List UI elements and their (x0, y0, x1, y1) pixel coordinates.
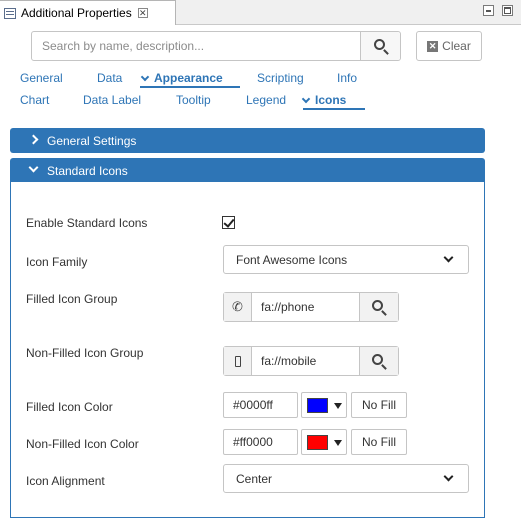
nonfilled-icon-color-label: Non-Filled Icon Color (26, 437, 139, 451)
tab-tooltip[interactable]: Tooltip (176, 93, 211, 107)
color-swatch (307, 398, 328, 413)
filled-icon-group-field: ✆ fa://phone (223, 292, 399, 322)
nonfilled-icon-color-picker[interactable] (301, 429, 347, 455)
tab-icons[interactable]: Icons (301, 93, 346, 107)
view-title: Additional Properties (21, 6, 132, 20)
properties-view-icon (4, 7, 16, 19)
tab-general[interactable]: General (20, 71, 63, 85)
icon-alignment-select[interactable]: Center (223, 464, 469, 493)
chevron-down-icon (443, 471, 454, 482)
tab-data[interactable]: Data (97, 71, 122, 85)
icon-family-select[interactable]: Font Awesome Icons (223, 245, 469, 274)
search-box (31, 31, 401, 61)
tab-info[interactable]: Info (337, 71, 357, 85)
search-icon (372, 300, 383, 311)
close-icon[interactable]: ✕ (137, 8, 148, 18)
general-settings-header[interactable]: General Settings (10, 128, 485, 153)
icon-alignment-value: Center (236, 471, 273, 486)
tab-appearance-underline (140, 86, 240, 88)
chevron-down-icon (301, 94, 311, 104)
chevron-down-icon (140, 72, 150, 82)
search-icon (373, 39, 385, 50)
view-header: Additional Properties ✕ (0, 0, 521, 25)
dropdown-arrow-icon (334, 403, 342, 409)
filled-icon-color-label: Filled Icon Color (26, 400, 113, 414)
maximize-icon[interactable] (502, 5, 513, 16)
icon-family-label: Icon Family (26, 255, 88, 269)
clear-label: Clear (442, 39, 471, 53)
search-input[interactable] (32, 32, 360, 60)
nonfilled-icon-group-input[interactable]: fa://mobile (252, 347, 360, 375)
nonfilled-icon-color-input[interactable]: #ff0000 (223, 429, 298, 455)
tab-chart[interactable]: Chart (20, 93, 49, 107)
filled-icon-group-input[interactable]: fa://phone (252, 293, 360, 321)
nonfilled-icon-group-label: Non-Filled Icon Group (26, 346, 144, 360)
mobile-icon (224, 347, 252, 375)
search-button[interactable] (360, 32, 400, 60)
color-swatch (307, 435, 328, 450)
tab-data-label[interactable]: Data Label (83, 93, 141, 107)
nonfilled-no-fill-button[interactable]: No Fill (351, 429, 407, 455)
filled-icon-group-label: Filled Icon Group (26, 292, 118, 306)
icon-family-value: Font Awesome Icons (236, 252, 348, 267)
chevron-right-icon (28, 134, 39, 145)
nonfilled-icon-search-button[interactable] (360, 347, 398, 375)
phone-icon: ✆ (224, 293, 252, 321)
tab-legend[interactable]: Legend (246, 93, 286, 107)
nonfilled-icon-group-field: fa://mobile (223, 346, 399, 376)
view-tab[interactable]: Additional Properties ✕ (0, 0, 176, 25)
general-settings-title: General Settings (47, 133, 137, 148)
tab-appearance[interactable]: Appearance (140, 71, 223, 85)
standard-icons-header[interactable]: Standard Icons (10, 158, 485, 183)
minimize-icon[interactable] (483, 5, 494, 16)
chevron-down-icon (443, 252, 454, 263)
tab-scripting[interactable]: Scripting (257, 71, 304, 85)
clear-button[interactable]: ✕ Clear (416, 31, 482, 61)
clear-icon: ✕ (427, 40, 439, 52)
filled-icon-color-picker[interactable] (301, 392, 347, 418)
icon-alignment-label: Icon Alignment (26, 474, 105, 488)
search-icon (372, 354, 383, 365)
tab-icons-underline (303, 108, 365, 110)
filled-no-fill-button[interactable]: No Fill (351, 392, 407, 418)
chevron-down-icon (28, 162, 39, 173)
filled-icon-search-button[interactable] (360, 293, 398, 321)
enable-standard-icons-label: Enable Standard Icons (26, 216, 148, 230)
filled-icon-color-input[interactable]: #0000ff (223, 392, 298, 418)
standard-icons-title: Standard Icons (47, 163, 128, 178)
enable-standard-icons-checkbox[interactable] (222, 216, 235, 229)
dropdown-arrow-icon (334, 440, 342, 446)
